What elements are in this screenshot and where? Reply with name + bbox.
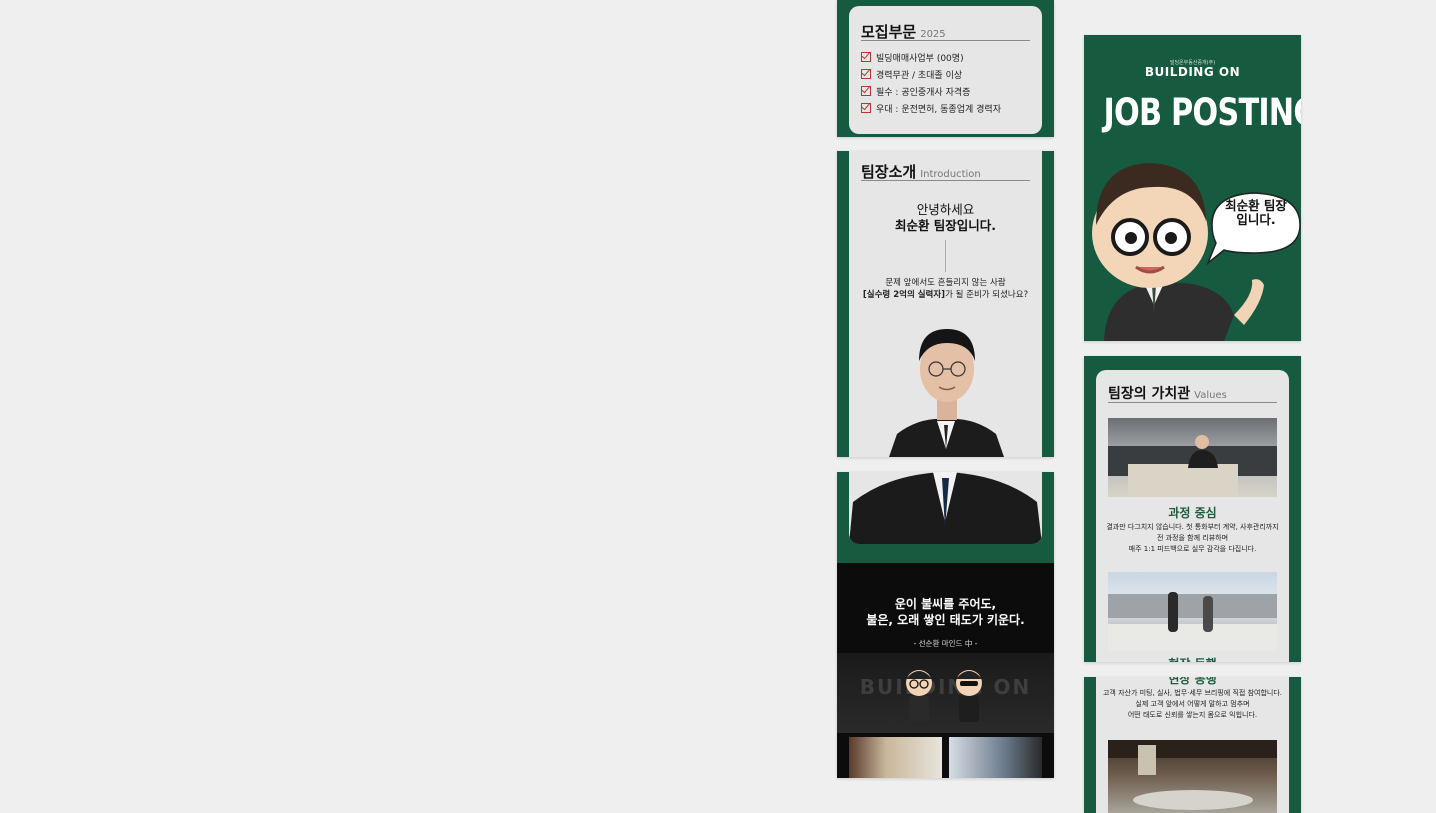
lecture-photo-right [949,737,1042,778]
quote-text: 운이 불씨를 주어도, 불은, 오래 쌓인 태도가 키운다. [866,597,1025,627]
lecture-photo-left [849,737,942,778]
value-heading-field: 현장 동행 [1168,677,1217,686]
values-card: 팀장의 가치관 Values 과정 중심 결과만 다그치지 않습니다. 첫 통화부… [1096,370,1289,662]
recruit-item: 우대 : 운전면허, 동종업계 경력자 [861,102,1001,115]
field-card: 현장 동행 고객 자산가 미팅, 실사, 법무·세무 브리핑에 직접 참여합니다… [1096,677,1289,813]
recruit-panel: 모집부문 2025 빌딩매매사업부 (00명) 경력무관 / 초대졸 이상 필수 … [837,0,1054,137]
values-subtitle: Values [1194,390,1227,401]
intro-greeting: 안녕하세요 최순환 팀장입니다. [894,202,997,233]
rooftop-photo [1108,572,1277,651]
cover-panel: 빌딩온부동산중개(주) BUILDING ON JOB POSTING 최순환 … [1084,35,1301,341]
team-leader-portrait [889,309,1004,457]
cover-title: JOB POSTING [1103,91,1301,134]
value-heading-cutoff: 현장 동행 [1096,655,1289,662]
office-photo [1108,418,1277,497]
intro-message: 문제 앞에서도 흔들리지 않는 사람 [실수령 2억의 실력자]가 될 준비가 … [862,278,1029,300]
quote-section: 운이 불씨를 주어도, 불은, 오래 쌓인 태도가 키운다. - 선순환 마인드… [837,563,1054,778]
values-title: 팀장의 가치관 Values [1108,386,1227,402]
value-desc-process: 결과만 다그치지 않습니다. 첫 통화부터 계약, 사후관리까지 전 과정을 함… [1106,523,1279,553]
checkbox-icon [861,103,871,113]
checkbox-icon [861,86,871,96]
quote-source: - 선순환 마인드 中 - [913,639,978,648]
value-heading-process: 과정 중심 [1168,506,1217,520]
recruit-item: 필수 : 공인중개사 자격증 [861,85,970,98]
recruit-card: 모집부문 2025 빌딩매매사업부 (00명) 경력무관 / 초대졸 이상 필수 … [849,6,1042,134]
mascot-illustration [1092,163,1301,341]
values-panel: 팀장의 가치관 Values 과정 중심 결과만 다그치지 않습니다. 첫 통화부… [1084,356,1301,662]
recruit-item: 경력무관 / 초대졸 이상 [861,68,962,81]
brand-logo: BUILDING ON [1144,65,1241,79]
suit-photo [849,472,1042,544]
checkbox-icon [861,52,871,62]
stage-area: BUILDING ON [837,653,1054,733]
recruit-title: 모집부문 2025 [861,23,946,41]
quote-panel: 운이 불씨를 주어도, 불은, 오래 쌓인 태도가 키운다. - 선순환 마인드… [837,472,1054,778]
speech-bubble-text: 최순환 팀장 입니다. [1225,198,1287,227]
checkbox-icon [861,69,871,79]
recruit-item: 빌딩매매사업부 (00명) [861,51,964,64]
intro-title: 팀장소개 Introduction [861,163,981,181]
recruit-year: 2025 [920,29,946,40]
intro-card: 팀장소개 Introduction 안녕하세요 최순환 팀장입니다. 문제 앞에서… [849,151,1042,457]
intro-panel: 팀장소개 Introduction 안녕하세요 최순환 팀장입니다. 문제 앞에서… [837,151,1054,457]
seminar-room-photo [1108,740,1277,813]
character-duo-illustration [906,670,982,722]
intro-subtitle: Introduction [920,169,981,180]
field-panel: 현장 동행 고객 자산가 미팅, 실사, 법무·세무 브리핑에 직접 참여합니다… [1084,677,1301,813]
value-desc-field: 고객 자산가 미팅, 실사, 법무·세무 브리핑에 직접 참여합니다. 실제 고… [1102,689,1283,719]
